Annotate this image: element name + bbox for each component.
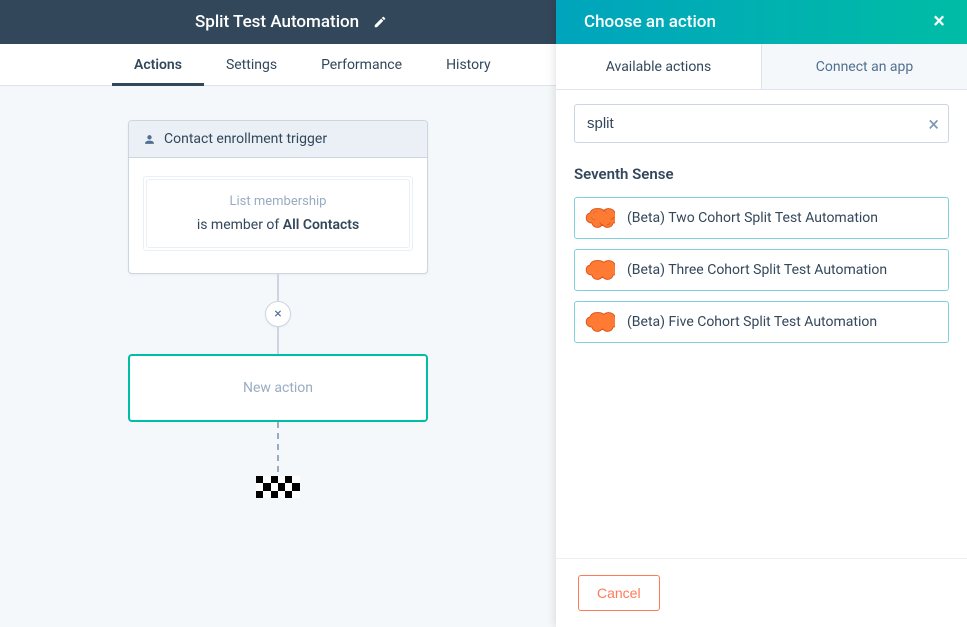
brain-icon [585, 258, 615, 282]
clear-search-icon[interactable]: × [928, 112, 939, 136]
workflow-title: Split Test Automation [195, 12, 359, 32]
tab-actions[interactable]: Actions [112, 44, 204, 85]
new-action-card[interactable]: New action [128, 354, 428, 422]
action-search: × [574, 104, 949, 143]
panel-title: Choose an action [584, 12, 716, 32]
finish-flag-icon [256, 476, 300, 498]
action-side-panel: Choose an action × Available actions Con… [556, 0, 967, 627]
dashed-connector [277, 422, 279, 472]
action-label: (Beta) Three Cohort Split Test Automatio… [627, 262, 887, 278]
action-section-heading: Seventh Sense [574, 165, 949, 183]
panel-footer: Cancel [556, 558, 967, 627]
action-label: (Beta) Two Cohort Split Test Automation [627, 210, 878, 226]
action-label: (Beta) Five Cohort Split Test Automation [627, 314, 877, 330]
action-option-two-cohort[interactable]: (Beta) Two Cohort Split Test Automation [574, 197, 949, 239]
brain-icon [585, 310, 615, 334]
tab-connect-app[interactable]: Connect an app [761, 44, 967, 89]
edit-icon[interactable] [373, 15, 387, 29]
action-option-five-cohort[interactable]: (Beta) Five Cohort Split Test Automation [574, 301, 949, 343]
close-icon[interactable]: × [933, 11, 945, 33]
tab-performance[interactable]: Performance [299, 44, 424, 85]
tab-history[interactable]: History [424, 44, 513, 85]
search-input[interactable] [574, 104, 949, 143]
panel-body: × Seventh Sense (Beta) Two Cohort Split … [556, 90, 967, 558]
trigger-card[interactable]: Contact enrollment trigger List membersh… [128, 120, 428, 274]
connector-line [277, 326, 279, 354]
connector-line [277, 274, 279, 302]
panel-header: Choose an action × [556, 0, 967, 44]
brain-icon [585, 206, 615, 230]
trigger-type-label: List membership [157, 194, 399, 209]
tab-available-actions[interactable]: Available actions [556, 44, 761, 89]
panel-tabs: Available actions Connect an app [556, 44, 967, 90]
remove-step-button[interactable]: × [265, 301, 291, 327]
action-option-three-cohort[interactable]: (Beta) Three Cohort Split Test Automatio… [574, 249, 949, 291]
person-icon [143, 133, 156, 146]
tab-settings[interactable]: Settings [204, 44, 299, 85]
trigger-body: List membership is member of All Contact… [129, 158, 427, 273]
cancel-button[interactable]: Cancel [578, 575, 660, 611]
workflow-canvas: Contact enrollment trigger List membersh… [0, 86, 556, 626]
trigger-header: Contact enrollment trigger [129, 121, 427, 158]
trigger-description: is member of All Contacts [157, 217, 399, 233]
trigger-header-label: Contact enrollment trigger [164, 131, 327, 147]
